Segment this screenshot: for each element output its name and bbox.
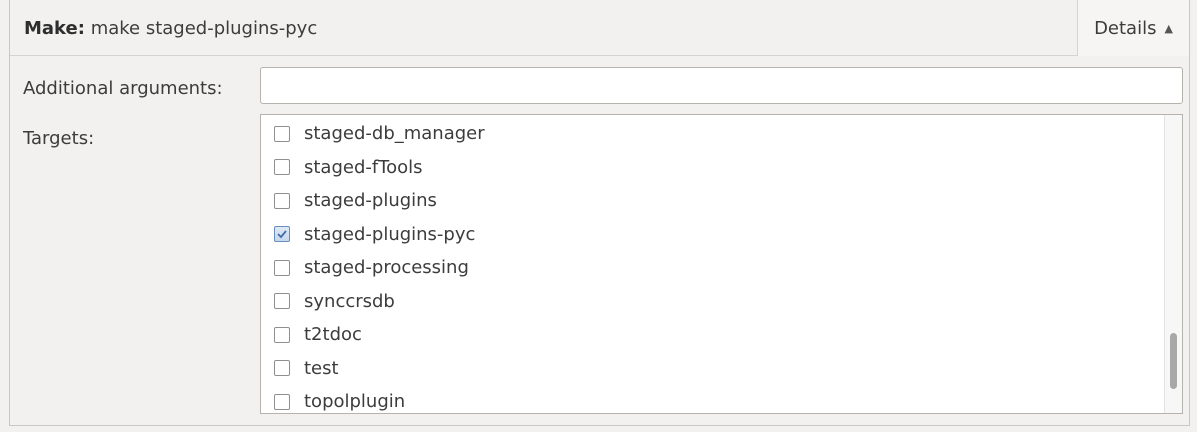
additional-arguments-label: Additional arguments:	[23, 78, 223, 99]
target-item-test[interactable]: test	[261, 352, 1161, 386]
target-item-synccrsdb[interactable]: synccrsdb	[261, 285, 1161, 319]
targets-label: Targets:	[23, 128, 95, 149]
target-label: topolplugin	[304, 391, 406, 413]
details-button[interactable]: Details ▲	[1077, 0, 1189, 56]
target-label: staged-db_manager	[304, 123, 485, 145]
checkbox-icon[interactable]	[274, 393, 290, 410]
targets-scrollbar[interactable]	[1164, 115, 1182, 413]
make-command-title: Make: make staged-plugins-pyc	[24, 18, 317, 40]
target-item-t2tdoc[interactable]: t2tdoc	[261, 318, 1161, 352]
target-label: t2tdoc	[304, 324, 362, 346]
checkbox-icon[interactable]	[274, 226, 290, 243]
checkbox-icon[interactable]	[274, 192, 290, 209]
make-panel: Make: make staged-plugins-pyc Details ▲ …	[9, 0, 1190, 426]
triangle-up-icon: ▲	[1164, 21, 1173, 35]
target-label: staged-plugins-pyc	[304, 223, 476, 245]
checkbox-icon[interactable]	[274, 293, 290, 310]
checkbox-icon[interactable]	[274, 259, 290, 276]
targets-list: staged-db_manager staged-fTools staged-p…	[261, 117, 1161, 413]
make-header: Make: make staged-plugins-pyc Details ▲	[10, 0, 1189, 56]
target-item-staged-plugins-pyc[interactable]: staged-plugins-pyc	[261, 218, 1161, 252]
target-label: staged-processing	[304, 257, 469, 279]
details-button-label: Details	[1094, 17, 1157, 39]
target-label: staged-plugins	[304, 190, 437, 212]
target-item-staged-processing[interactable]: staged-processing	[261, 251, 1161, 285]
checkbox-icon[interactable]	[274, 159, 290, 176]
target-item-topolplugin[interactable]: topolplugin	[261, 385, 1161, 413]
additional-arguments-input[interactable]	[260, 67, 1183, 104]
checkbox-icon[interactable]	[274, 326, 290, 343]
make-label: Make:	[24, 18, 85, 39]
target-item-staged-ftools[interactable]: staged-fTools	[261, 151, 1161, 185]
targets-list-box: staged-db_manager staged-fTools staged-p…	[260, 114, 1183, 414]
target-item-staged-db-manager[interactable]: staged-db_manager	[261, 117, 1161, 151]
checkbox-icon[interactable]	[274, 125, 290, 142]
make-command: make staged-plugins-pyc	[90, 18, 318, 39]
target-label: synccrsdb	[304, 290, 395, 312]
checkbox-icon[interactable]	[274, 360, 290, 377]
target-label: test	[304, 357, 339, 379]
target-item-staged-plugins[interactable]: staged-plugins	[261, 184, 1161, 218]
target-label: staged-fTools	[304, 156, 423, 178]
scrollbar-thumb[interactable]	[1170, 333, 1177, 389]
